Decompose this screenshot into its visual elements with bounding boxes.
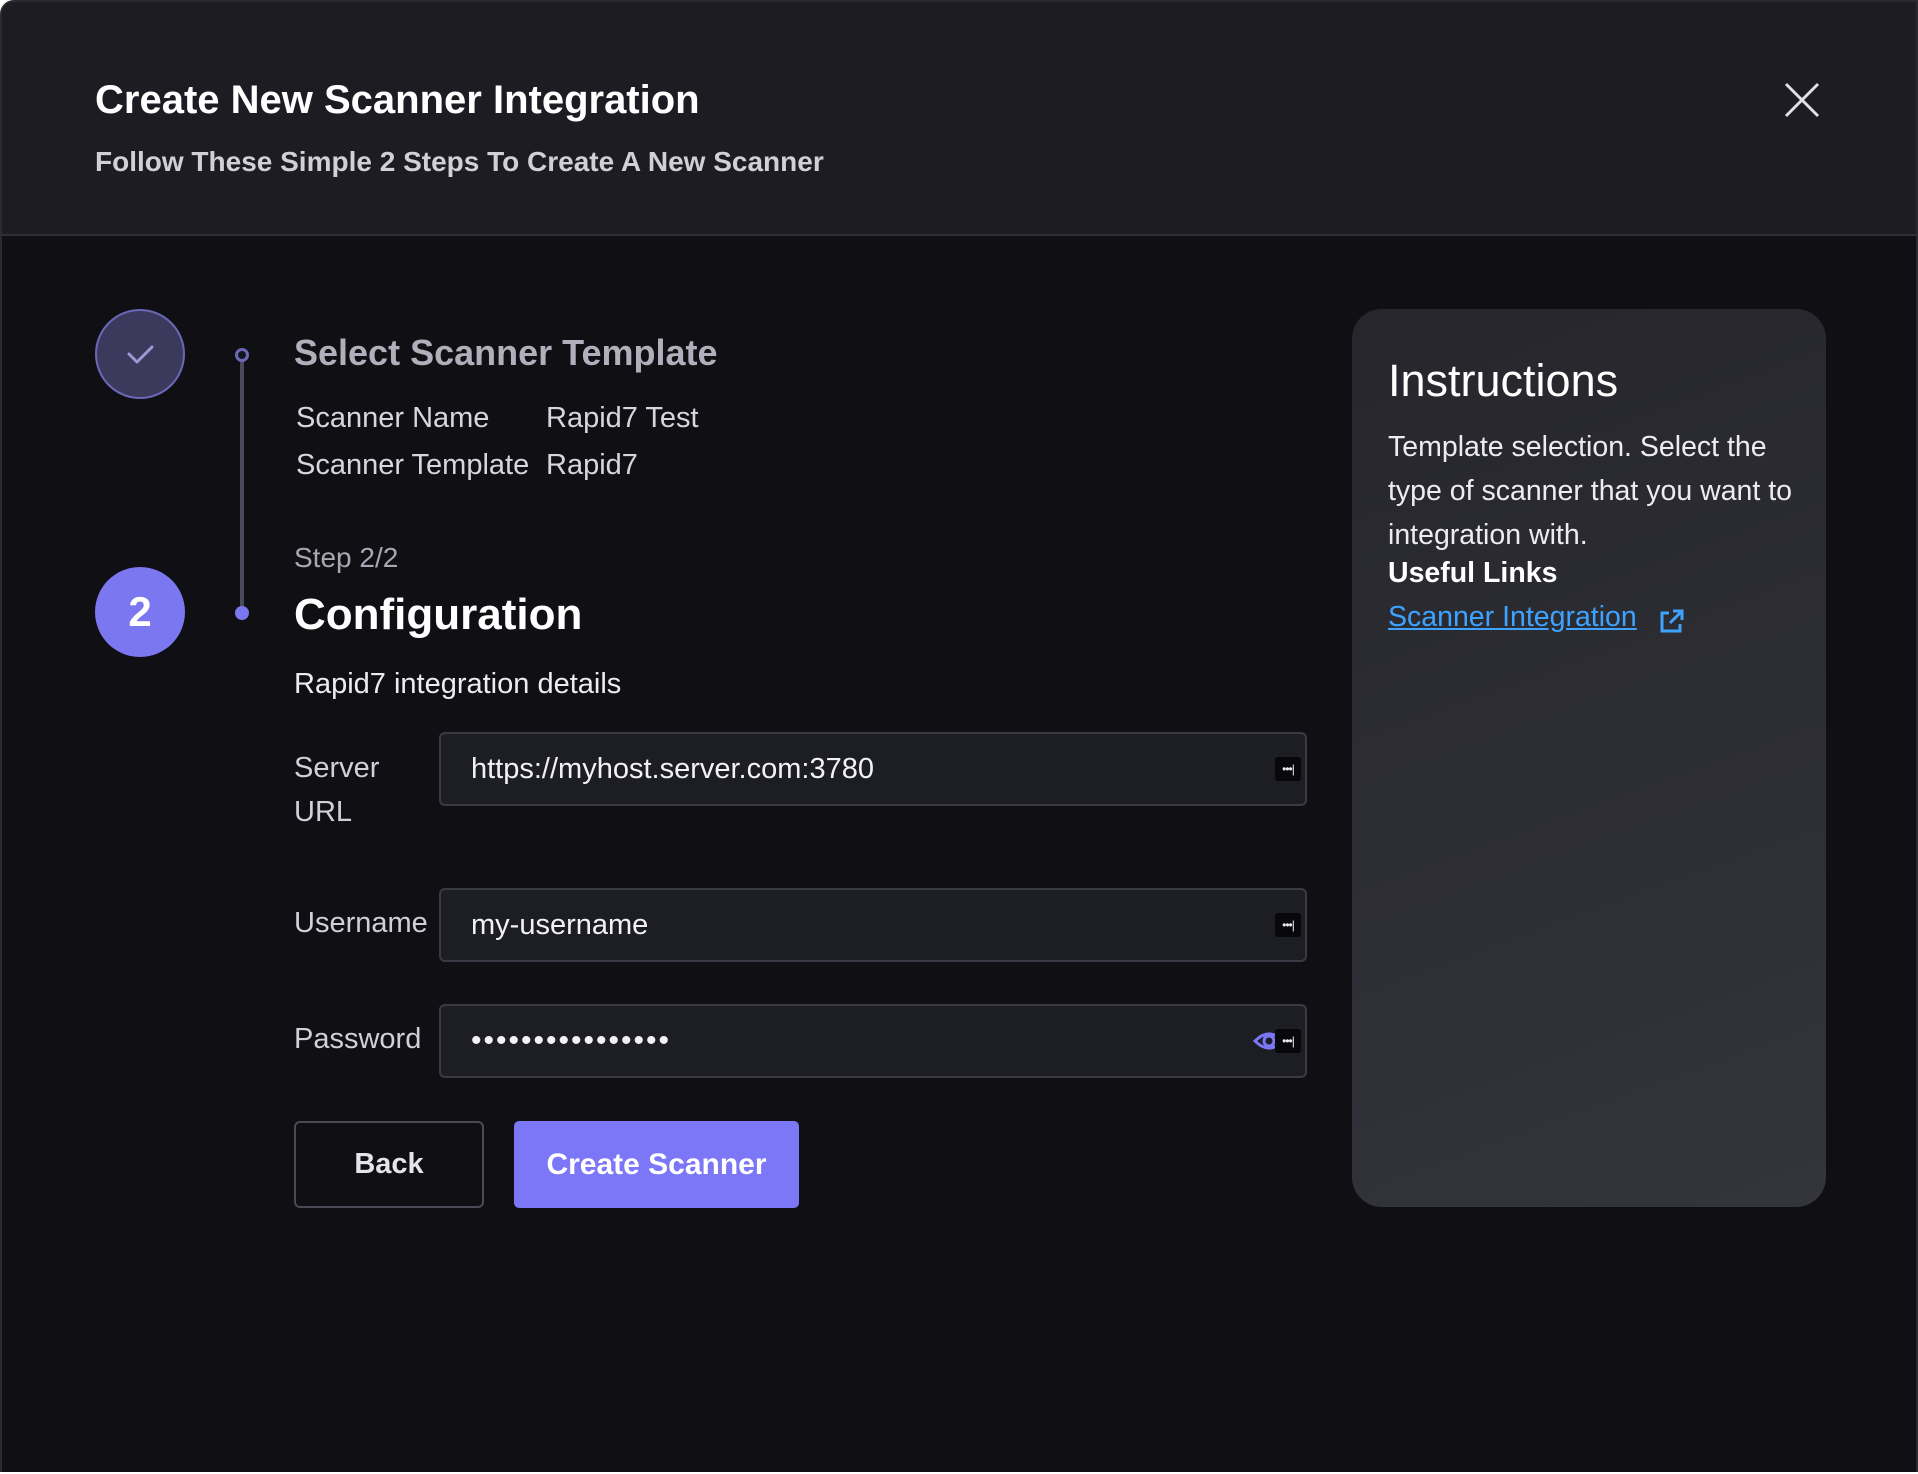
step-2-active-indicator: 2 [95,567,185,657]
step-1-complete-indicator [95,309,185,399]
password-label: Password [294,1023,422,1055]
checkmark-icon [127,345,154,364]
step-2-title: Configuration [294,590,583,639]
instructions-text: Template selection. Select the type of s… [1388,431,1792,551]
modal-subtitle: Follow These Simple 2 Steps To Create A … [95,146,824,177]
username-value[interactable]: my-username [471,890,648,960]
field-menu-icon[interactable]: •••| [1275,913,1301,937]
modal-header: Create New Scanner Integration Follow Th… [2,2,1916,236]
username-label: Username [294,907,428,939]
field-menu-icon[interactable]: •••| [1275,1029,1301,1053]
step-counter: Step 2/2 [294,542,399,573]
summary-value-scanner-template: Rapid7 [546,449,638,481]
server-url-value[interactable]: https://myhost.server.com:3780 [471,734,874,804]
summary-label-scanner-name: Scanner Name [296,402,490,434]
scanner-integration-modal: Create New Scanner Integration Follow Th… [0,0,1918,1474]
scanner-integration-link[interactable]: Scanner Integration [1388,601,1637,634]
password-field[interactable]: •••••••••••••••• •••| [439,1004,1307,1078]
close-icon [1784,82,1820,118]
username-field[interactable]: my-username •••| [439,888,1307,962]
back-button[interactable]: Back [294,1121,484,1208]
useful-links-heading: Useful Links [1388,557,1558,589]
stepper-dot-step-1 [235,348,249,362]
summary-label-scanner-template: Scanner Template [296,449,530,481]
server-url-label: Server URL [294,752,380,828]
instructions-panel: Instructions Template selection. Select … [1352,309,1826,1207]
section-description: Rapid7 integration details [294,668,622,700]
create-scanner-button[interactable]: Create Scanner [514,1121,799,1208]
instructions-title: Instructions [1388,355,1619,406]
password-value[interactable]: •••••••••••••••• [471,1006,671,1076]
modal-title: Create New Scanner Integration [95,78,700,122]
summary-value-scanner-name: Rapid7 Test [546,402,699,434]
external-link-icon [1660,609,1684,633]
stepper-dot-step-2 [235,606,249,620]
field-menu-icon[interactable]: •••| [1275,757,1301,781]
step-1-title: Select Scanner Template [294,332,718,373]
server-url-field[interactable]: https://myhost.server.com:3780 •••| [439,732,1307,806]
stepper-connector-line [240,354,244,612]
close-button[interactable] [1780,78,1824,122]
external-link-button[interactable] [1656,607,1686,637]
